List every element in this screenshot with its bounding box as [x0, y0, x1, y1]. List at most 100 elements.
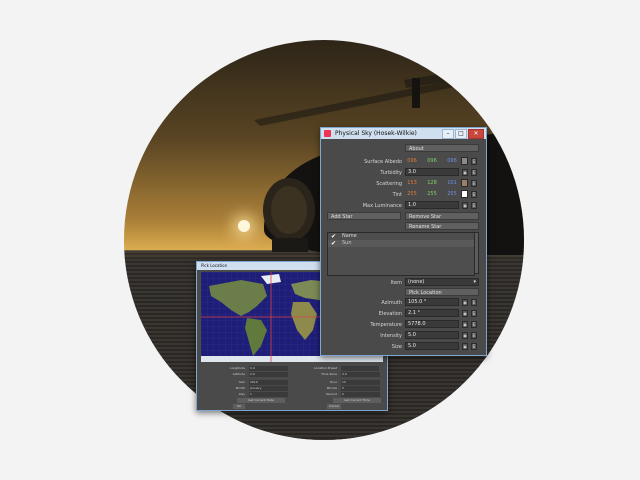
star-list-scrollbar[interactable] [474, 232, 479, 274]
size-eye-icon[interactable]: ◉ [462, 343, 468, 350]
scattering-swatch[interactable] [461, 179, 468, 187]
intensity-field[interactable]: 5.0 [405, 331, 459, 339]
second-label: Second [325, 392, 337, 396]
tint-label: Tint [392, 192, 402, 198]
item-select[interactable]: (none) ▾ [405, 278, 479, 286]
turbidity-field[interactable]: 3.0 [405, 168, 459, 176]
elevation-field[interactable]: 2.1 ° [405, 309, 459, 317]
turbidity-eye-icon[interactable]: ◉ [462, 169, 468, 176]
surface-albedo-label: Surface Albedo [364, 159, 402, 165]
tint-g[interactable]: 255 [423, 190, 441, 198]
intensity-eye-icon[interactable]: ◉ [462, 332, 468, 339]
scattering-label: Scattering [376, 181, 402, 187]
elevation-envelope-icon[interactable]: E [471, 310, 477, 317]
day-field[interactable]: 1 [249, 392, 288, 397]
chevron-down-icon: ▾ [473, 279, 476, 285]
tint-swatch[interactable] [461, 190, 468, 198]
location-preset-row: Location Preset [293, 366, 383, 371]
minute-field[interactable]: 0 [341, 386, 380, 391]
size-envelope-icon[interactable]: E [471, 343, 477, 350]
tint-b[interactable]: 255 [443, 190, 461, 198]
azimuth-label: Azimuth [381, 300, 402, 306]
azimuth-eye-icon[interactable]: ◉ [462, 299, 468, 306]
turbidity-label: Turbidity [380, 170, 402, 176]
pick-location-button[interactable]: Pick Location [405, 288, 479, 296]
size-field[interactable]: 5.0 [405, 342, 459, 350]
azimuth-field[interactable]: 105.0 ° [405, 298, 459, 306]
max-luminance-eye-icon[interactable]: ◉ [462, 202, 468, 209]
day-label: Day [239, 392, 245, 396]
physical-sky-window: Physical Sky (Hosek-Wilkie) – □ ✕ About … [320, 127, 487, 356]
tint-r[interactable]: 255 [403, 190, 421, 198]
temperature-field[interactable]: 5778.0 [405, 320, 459, 328]
second-field[interactable]: 0 [341, 392, 380, 397]
checkmark-icon[interactable]: ✔ [331, 240, 336, 247]
about-button[interactable]: About [405, 144, 479, 152]
maximize-icon[interactable]: □ [455, 129, 467, 139]
minimize-icon[interactable]: – [442, 129, 454, 139]
scattering-r[interactable]: 153 [403, 179, 421, 187]
hour-label: Hour [329, 380, 337, 384]
ok-button[interactable]: OK [233, 404, 245, 409]
minute-row: Minute 0 [293, 386, 383, 391]
time-zone-field[interactable]: 0.0 [341, 372, 380, 377]
intensity-label: Intensity [380, 333, 402, 339]
hour-field[interactable]: 12 [341, 380, 380, 385]
scattering-envelope-icon[interactable]: E [471, 180, 477, 187]
rename-star-button[interactable]: Rename Star [405, 222, 479, 230]
time-zone-row: Time Zone 0.0 [293, 372, 383, 377]
app-icon [324, 130, 331, 137]
add-star-button[interactable]: Add Star [327, 212, 401, 220]
checkmark-icon: ✔ [331, 233, 337, 240]
latitude-field[interactable]: 0.0 [249, 372, 288, 377]
get-current-time-button[interactable]: Get Current Time [333, 398, 381, 403]
cancel-button[interactable]: Cancel [327, 404, 341, 409]
size-label: Size [391, 344, 402, 350]
temperature-envelope-icon[interactable]: E [471, 321, 477, 328]
get-current-date-button[interactable]: Get Current Date [237, 398, 285, 403]
month-label: Month [235, 386, 245, 390]
elevation-eye-icon[interactable]: ◉ [462, 310, 468, 317]
month-select[interactable]: January [249, 386, 288, 391]
hour-row: Hour 12 [293, 380, 383, 385]
azimuth-envelope-icon[interactable]: E [471, 299, 477, 306]
year-field[interactable]: 2019 [249, 380, 288, 385]
intensity-envelope-icon[interactable]: E [471, 332, 477, 339]
max-luminance-field[interactable]: 1.0 [405, 201, 459, 209]
longitude-row: Longitude 0.0 [201, 366, 291, 371]
longitude-field[interactable]: 0.0 [249, 366, 288, 371]
surface-albedo-swatch[interactable] [461, 157, 468, 165]
latitude-row: Latitude 0.0 [201, 372, 291, 377]
max-luminance-label: Max Luminance [362, 203, 402, 209]
elevation-label: Elevation [378, 311, 402, 317]
star-list[interactable]: ✔ Name ✔ Sun [327, 232, 475, 276]
scattering-b[interactable]: 101 [443, 179, 461, 187]
star-list-header-name: Name [342, 233, 357, 239]
item-select-value: (none) [408, 279, 425, 285]
star-list-header: ✔ Name [328, 233, 474, 240]
close-icon[interactable]: ✕ [468, 129, 484, 139]
location-preset-label: Location Preset [314, 366, 337, 370]
remove-star-button[interactable]: Remove Star [405, 212, 479, 220]
month-row: Month January [201, 386, 291, 391]
pick-location-title: Pick Location [201, 263, 228, 268]
window-controls: – □ ✕ [442, 129, 484, 139]
second-row: Second 0 [293, 392, 383, 397]
list-item[interactable]: ✔ Sun [328, 240, 474, 247]
max-luminance-envelope-icon[interactable]: E [471, 202, 477, 209]
physical-sky-titlebar: Physical Sky (Hosek-Wilkie) – □ ✕ [321, 128, 486, 139]
turbidity-envelope-icon[interactable]: E [471, 169, 477, 176]
star-list-item-sun: Sun [342, 240, 352, 246]
temperature-label: Temperature [370, 322, 402, 328]
location-preset-select[interactable] [341, 366, 379, 371]
temperature-eye-icon[interactable]: ◉ [462, 321, 468, 328]
item-label: Item [390, 280, 402, 286]
surface-albedo-b[interactable]: 096 [443, 157, 461, 165]
surface-albedo-g[interactable]: 096 [423, 157, 441, 165]
tint-envelope-icon[interactable]: E [471, 191, 477, 198]
day-row: Day 1 [201, 392, 291, 397]
scattering-g[interactable]: 128 [423, 179, 441, 187]
surface-albedo-r[interactable]: 096 [403, 157, 421, 165]
longitude-label: Longitude [230, 366, 245, 370]
surface-albedo-envelope-icon[interactable]: E [471, 158, 477, 165]
